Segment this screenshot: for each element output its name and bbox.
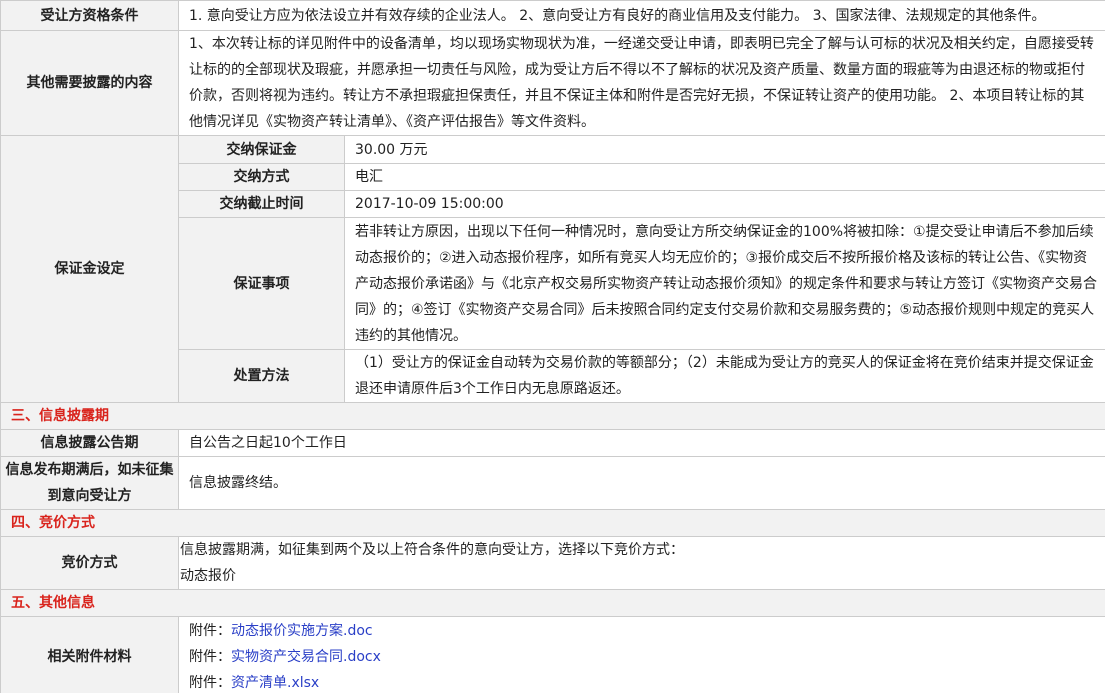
deposit-method-value: 电汇 — [344, 163, 1105, 191]
bidding-method-label: 竞价方式 — [0, 536, 179, 590]
section3-header-row: 三、信息披露期 — [0, 402, 1105, 430]
no-bidder-label: 信息发布期满后，如未征集到意向受让方 — [0, 456, 179, 510]
other-disclosure-row: 其他需要披露的内容 1、本次转让标的详见附件中的设备清单，均以现场实物现状为准，… — [0, 30, 1105, 136]
attachments-row: 相关附件材料 附件：动态报价实施方案.doc 附件：实物资产交易合同.docx … — [0, 616, 1105, 693]
deposit-amount-label: 交纳保证金 — [178, 135, 345, 164]
section5-header-row: 五、其他信息 — [0, 589, 1105, 617]
deposit-deadline-value: 2017-10-09 15:00:00 — [344, 190, 1105, 218]
section4-header-row: 四、竞价方式 — [0, 509, 1105, 537]
other-disclosure-value: 1、本次转让标的详见附件中的设备清单，均以现场实物现状为准，一经递交受让申请，即… — [178, 30, 1105, 136]
deposit-deadline-label: 交纳截止时间 — [178, 190, 345, 218]
section3-title: 三、信息披露期 — [0, 402, 1105, 430]
attachments-label: 相关附件材料 — [0, 616, 179, 693]
disclosure-period-value: 自公告之日起10个工作日 — [178, 429, 1105, 457]
deposit-amount-value: 30.00 万元 — [344, 135, 1105, 164]
deposit-label: 保证金设定 — [0, 135, 179, 403]
attachment-prefix: 附件： — [189, 648, 231, 665]
attachments-list: 附件：动态报价实施方案.doc 附件：实物资产交易合同.docx 附件：资产清单… — [178, 616, 1105, 693]
attachment-link-contract[interactable]: 实物资产交易合同.docx — [231, 649, 381, 665]
other-disclosure-label: 其他需要披露的内容 — [0, 30, 179, 136]
section5-title: 五、其他信息 — [0, 589, 1105, 617]
deposit-terms-value: 若非转让方原因，出现以下任何一种情况时，意向受让方所交纳保证金的100%将被扣除… — [344, 217, 1105, 350]
bidding-method-line2: 动态报价 — [180, 568, 236, 584]
attachment-prefix: 附件： — [189, 674, 231, 691]
qualification-label: 受让方资格条件 — [0, 0, 179, 31]
bidding-method-line1: 信息披露期满，如征集到两个及以上符合条件的意向受让方，选择以下竞价方式： — [180, 542, 684, 558]
disclosure-period-row: 信息披露公告期 自公告之日起10个工作日 — [0, 429, 1105, 457]
attachment-item: 附件：资产清单.xlsx — [189, 670, 1097, 693]
disclosure-table: 受让方资格条件 1. 意向受让方应为依法设立并有效存续的企业法人。 2、意向受让… — [0, 0, 1105, 693]
attachment-prefix: 附件： — [189, 622, 231, 639]
deposit-method-label: 交纳方式 — [178, 163, 345, 191]
qualification-row: 受让方资格条件 1. 意向受让方应为依法设立并有效存续的企业法人。 2、意向受让… — [0, 0, 1105, 31]
deposit-terms-label: 保证事项 — [178, 217, 345, 350]
deposit-amount-row: 保证金设定 交纳保证金 30.00 万元 — [0, 135, 1105, 403]
disclosure-period-label: 信息披露公告期 — [0, 429, 179, 457]
bidding-method-value: 信息披露期满，如征集到两个及以上符合条件的意向受让方，选择以下竞价方式： 动态报… — [178, 536, 1105, 590]
no-bidder-value: 信息披露终结。 — [178, 456, 1105, 510]
deposit-handling-value: （1）受让方的保证金自动转为交易价款的等额部分；（2）未能成为受让方的竞买人的保… — [344, 349, 1105, 403]
attachment-link-bidding-plan[interactable]: 动态报价实施方案.doc — [231, 623, 373, 639]
attachment-link-asset-list[interactable]: 资产清单.xlsx — [231, 675, 319, 691]
qualification-value: 1. 意向受让方应为依法设立并有效存续的企业法人。 2、意向受让方有良好的商业信… — [178, 0, 1105, 31]
deposit-handling-label: 处置方法 — [178, 349, 345, 403]
no-bidder-row: 信息发布期满后，如未征集到意向受让方 信息披露终结。 — [0, 456, 1105, 510]
attachment-item: 附件：实物资产交易合同.docx — [189, 644, 1097, 670]
section4-title: 四、竞价方式 — [0, 509, 1105, 537]
bidding-method-row: 竞价方式 信息披露期满，如征集到两个及以上符合条件的意向受让方，选择以下竞价方式… — [0, 536, 1105, 590]
attachment-item: 附件：动态报价实施方案.doc — [189, 618, 1097, 644]
